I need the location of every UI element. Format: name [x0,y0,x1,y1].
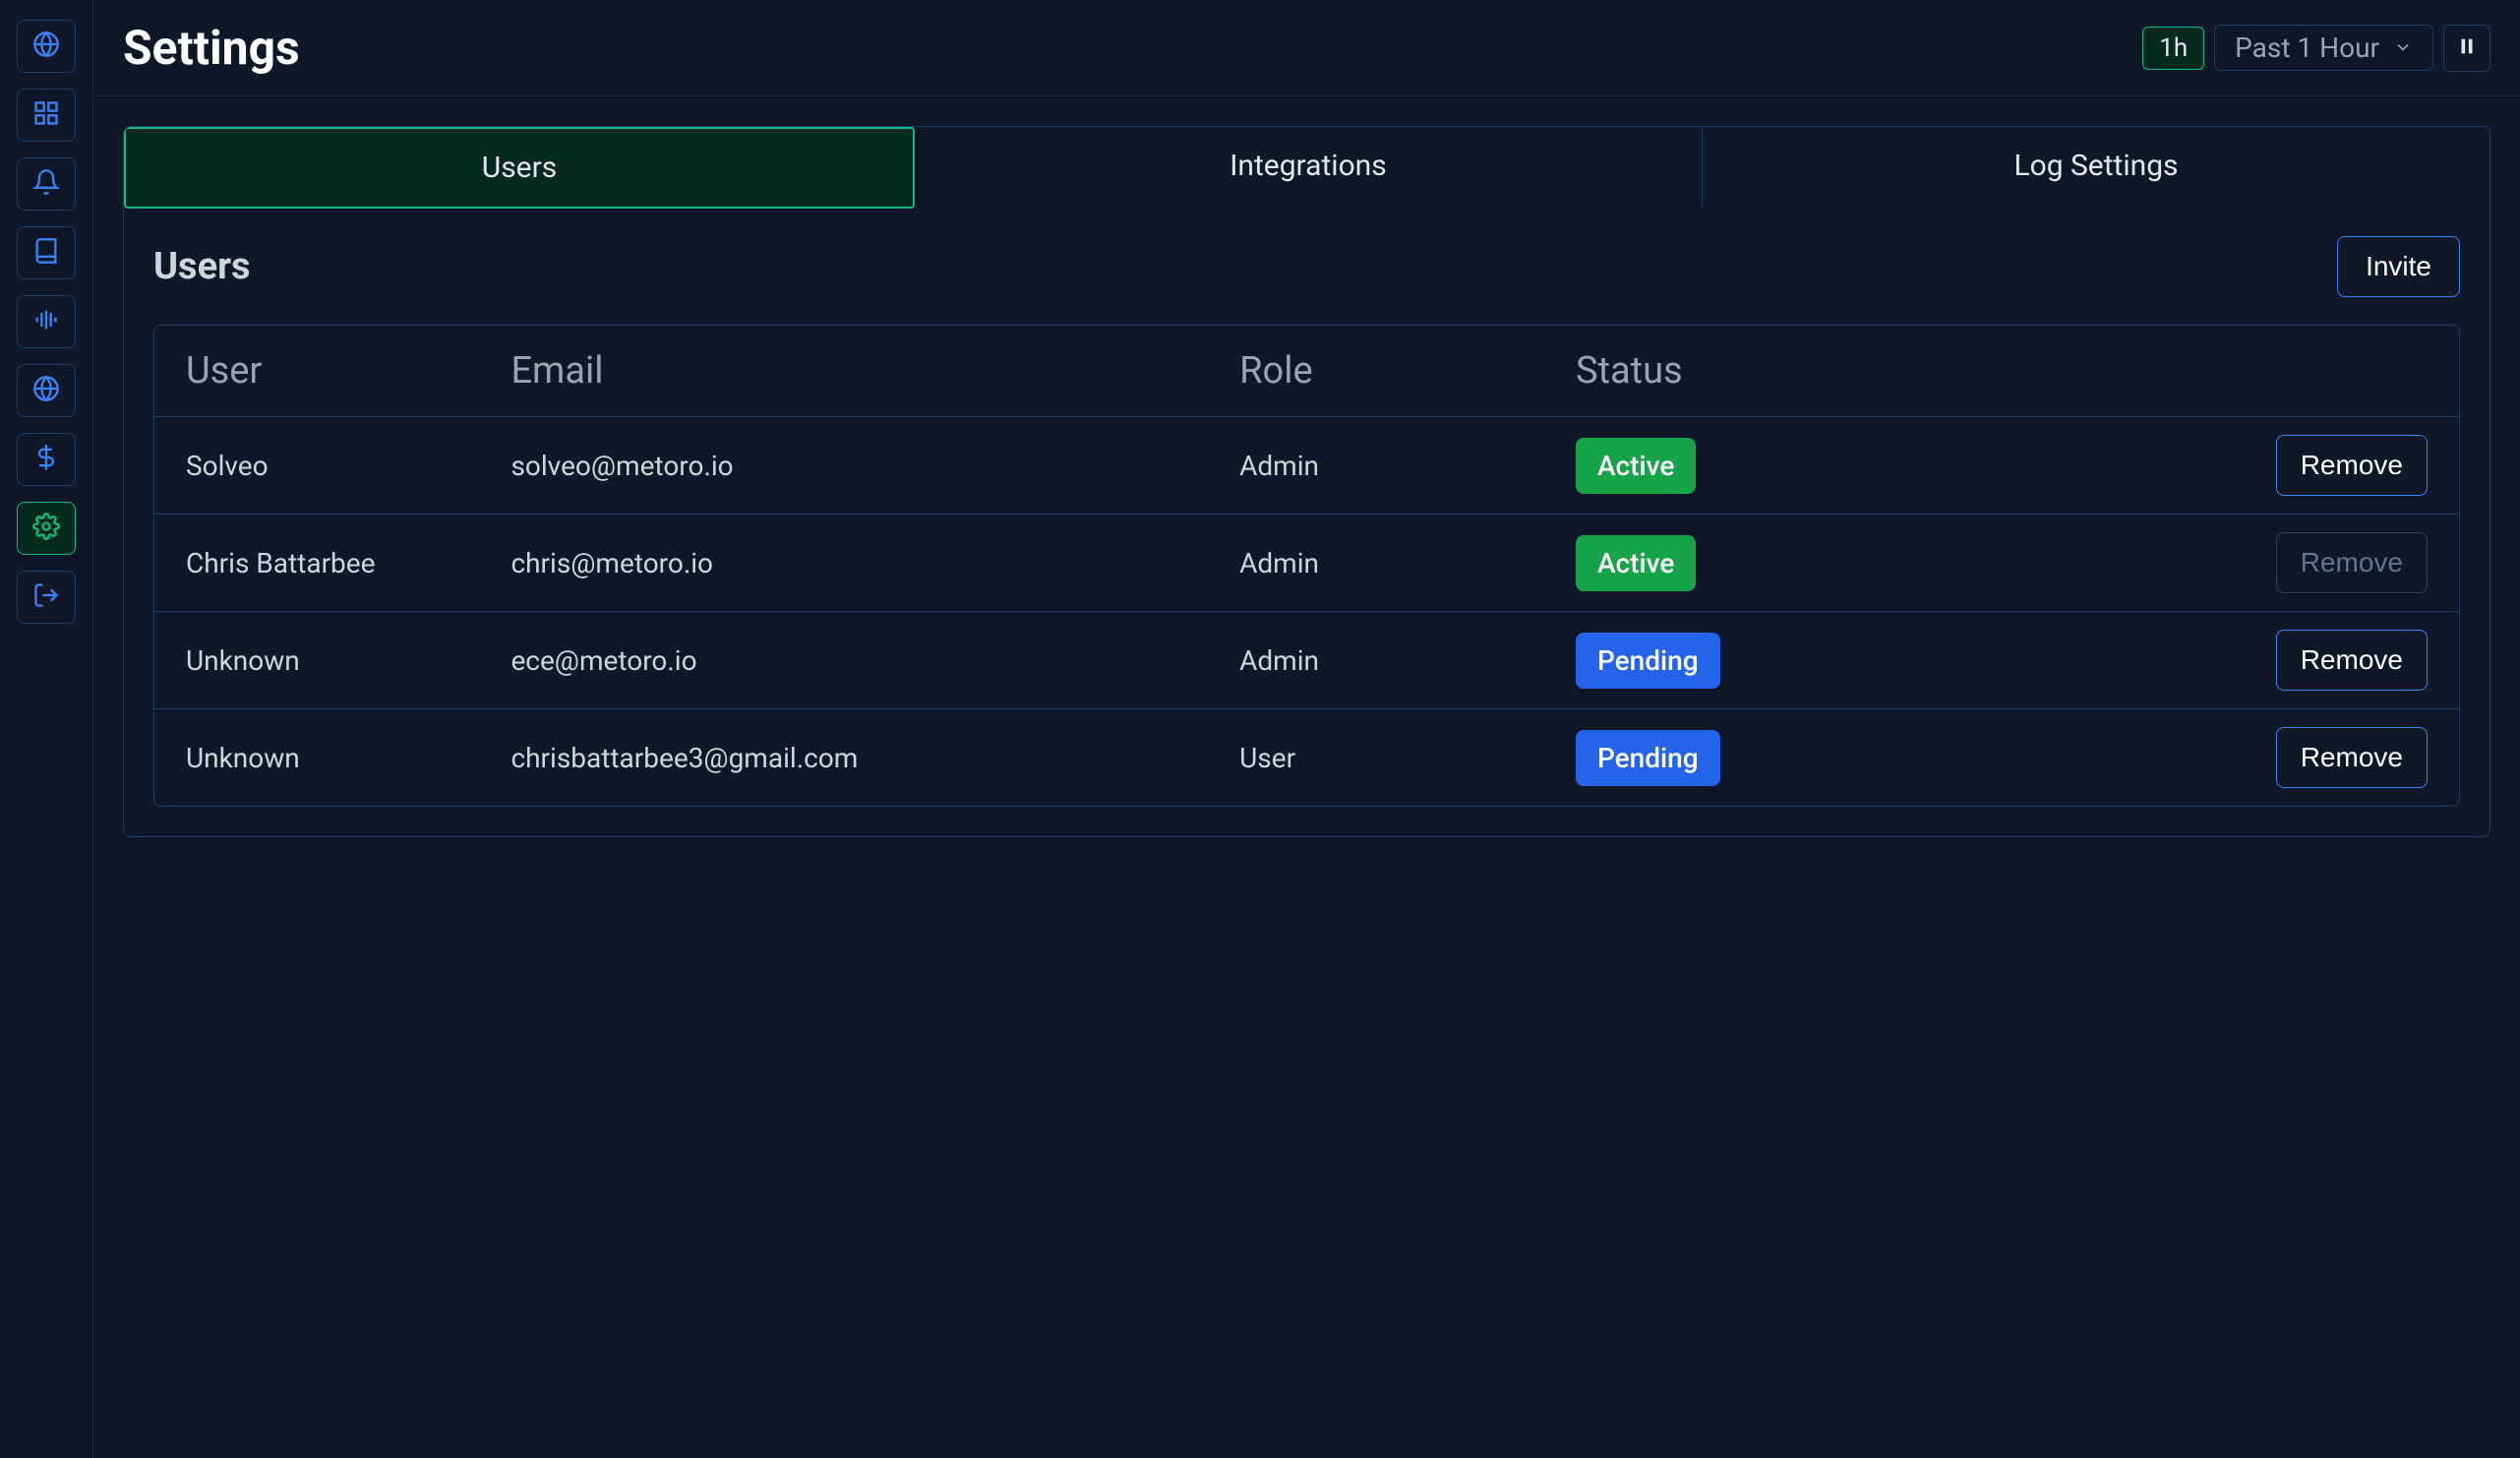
sidebar-item-dollar[interactable] [17,433,76,486]
audio-icon [32,306,60,337]
sidebar-item-audio[interactable] [17,295,76,348]
cell-user: Unknown [186,644,510,677]
header-email: Email [510,349,1239,393]
remove-button[interactable]: Remove [2276,630,2428,691]
sidebar [0,0,93,1458]
time-chip[interactable]: 1h [2142,27,2204,70]
tab-log-settings[interactable]: Log Settings [1703,127,2490,209]
header-user: User [186,349,510,393]
panel-title: Users [153,245,251,288]
cell-status: Active [1576,438,2069,494]
pause-icon [2456,35,2478,61]
settings-panel: Users Integrations Log Settings Users In… [123,126,2490,837]
sidebar-item-globe[interactable] [17,20,76,73]
header: Settings 1h Past 1 Hour [93,0,2520,96]
time-range-label: Past 1 Hour [2235,31,2379,64]
logout-icon [32,581,60,613]
sidebar-item-globe2[interactable] [17,364,76,417]
cell-role: Admin [1239,644,1576,677]
sidebar-item-settings[interactable] [17,502,76,555]
cell-user: Chris Battarbee [186,547,510,579]
cell-role: Admin [1239,547,1576,579]
cell-email: ece@metoro.io [510,644,1239,677]
status-badge: Pending [1576,730,1720,786]
book-icon [32,237,60,269]
status-badge: Active [1576,535,1696,591]
cell-action: Remove [2069,630,2428,691]
remove-button: Remove [2276,532,2428,593]
header-status: Status [1576,349,2069,393]
tab-integrations[interactable]: Integrations [915,127,1703,209]
table-header: User Email Role Status [154,326,2459,417]
table-row: Solveosolveo@metoro.ioAdminActive Remove [154,417,2459,515]
status-badge: Active [1576,438,1696,494]
cell-status: Pending [1576,633,2069,689]
pause-button[interactable] [2443,25,2490,72]
cell-role: User [1239,742,1576,774]
table-row: Unknownchrisbattarbee3@gmail.comUserPend… [154,709,2459,806]
gear-icon [32,513,60,544]
bell-icon [32,168,60,200]
cell-user: Unknown [186,742,510,774]
remove-button[interactable]: Remove [2276,435,2428,496]
cell-action: Remove [2069,532,2428,593]
globe-icon [32,375,60,406]
cell-email: chris@metoro.io [510,547,1239,579]
tab-users[interactable]: Users [124,127,915,209]
cell-email: chrisbattarbee3@gmail.com [510,742,1239,774]
users-table: User Email Role Status Solveosolveo@meto… [153,325,2460,807]
cell-status: Active [1576,535,2069,591]
status-badge: Pending [1576,633,1720,689]
dollar-icon [32,444,60,475]
globe-icon [32,30,60,62]
dashboard-icon [32,99,60,131]
cell-role: Admin [1239,450,1576,482]
table-row: Unknownece@metoro.ioAdminPending Remove [154,612,2459,709]
page-title: Settings [123,20,300,76]
remove-button[interactable]: Remove [2276,727,2428,788]
invite-button[interactable]: Invite [2337,236,2460,297]
cell-action: Remove [2069,435,2428,496]
cell-email: solveo@metoro.io [510,450,1239,482]
sidebar-item-book[interactable] [17,226,76,279]
table-row: Chris Battarbeechris@metoro.ioAdminActiv… [154,515,2459,612]
sidebar-item-bell[interactable] [17,157,76,211]
cell-user: Solveo [186,450,510,482]
header-role: Role [1239,349,1576,393]
tabs: Users Integrations Log Settings [124,127,2490,209]
time-range-select[interactable]: Past 1 Hour [2214,25,2433,71]
sidebar-item-logout[interactable] [17,571,76,624]
cell-status: Pending [1576,730,2069,786]
cell-action: Remove [2069,727,2428,788]
sidebar-item-dashboard[interactable] [17,89,76,142]
chevron-down-icon [2393,31,2413,64]
